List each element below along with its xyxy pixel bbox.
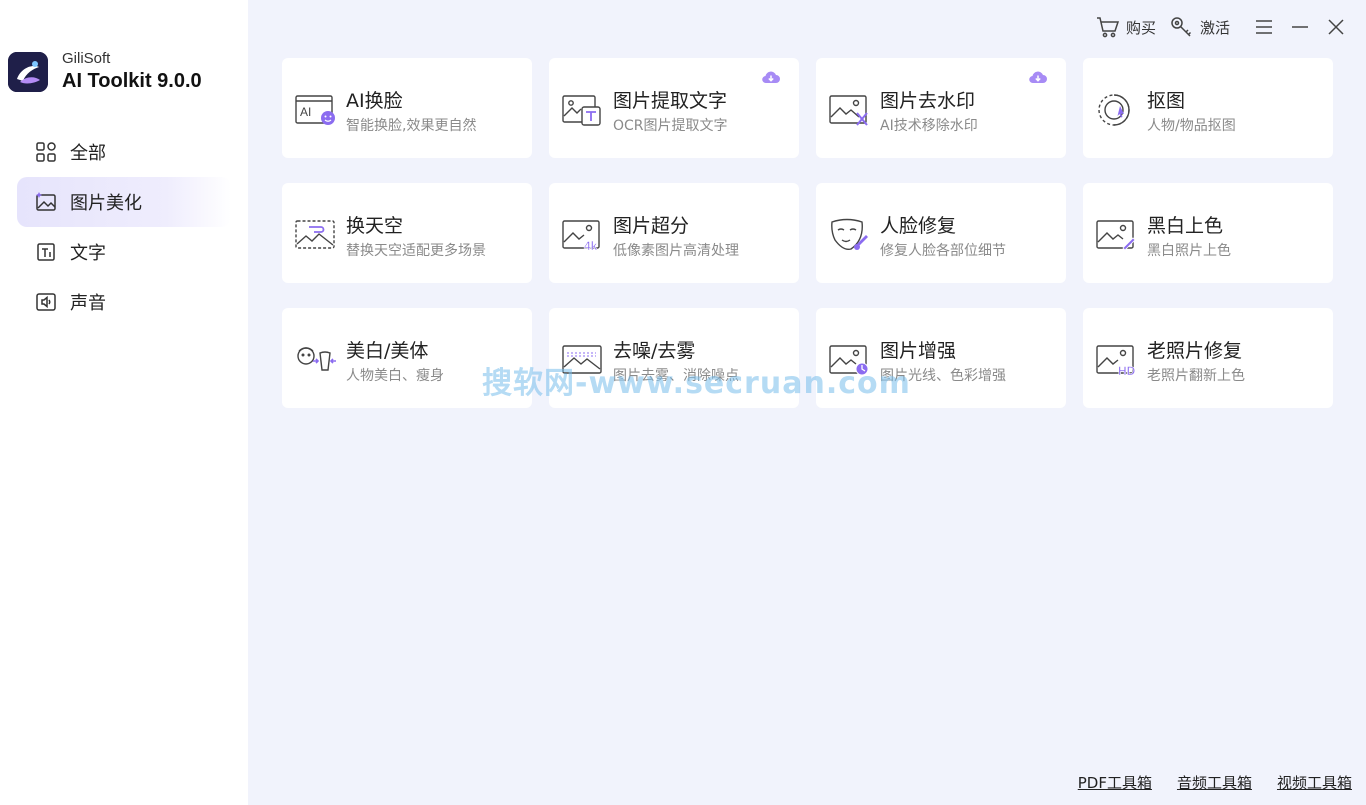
sidebar-item-label: 声音 — [70, 293, 106, 314]
menu-icon — [1256, 20, 1272, 34]
bottom-links: PDF工具箱 音频工具箱 视频工具箱 — [1053, 772, 1352, 793]
card-old-photo-restore[interactable]: HD 老照片修复 老照片翻新上色 — [1083, 308, 1333, 408]
card-title: 老照片修复 — [1147, 340, 1243, 362]
card-title: 黑白上色 — [1147, 215, 1224, 237]
card-title: 换天空 — [346, 215, 404, 237]
card-desc: 人物/物品抠图 — [1147, 118, 1236, 134]
activate-button[interactable]: 激活 — [1170, 16, 1230, 38]
svg-text:AI: AI — [300, 105, 311, 119]
card-desc: 低像素图片高清处理 — [613, 243, 739, 259]
colorize-icon — [1096, 220, 1136, 251]
watermark-text: 搜软网-www.secruan.com — [482, 366, 911, 401]
card-title: 人脸修复 — [880, 215, 957, 237]
brand-title: AI Toolkit 9.0.0 — [62, 70, 202, 92]
beautify-icon — [297, 347, 336, 371]
audio-toolbox-link[interactable]: 音频工具箱 — [1177, 772, 1252, 793]
card-title: 美白/美体 — [346, 340, 429, 362]
face-restore-icon — [831, 218, 868, 250]
card-upscale[interactable]: 4k 图片超分 低像素图片高清处理 — [549, 183, 799, 283]
card-desc: 修复人脸各部位细节 — [880, 243, 1006, 259]
ocr-icon — [562, 95, 601, 126]
sidebar-item-text[interactable]: 文字 — [17, 227, 231, 277]
activate-label: 激活 — [1199, 18, 1230, 37]
sidebar-item-image-beautify[interactable]: 图片美化 — [17, 177, 231, 227]
text-icon — [35, 241, 57, 263]
card-ocr[interactable]: 图片提取文字 OCR图片提取文字 — [549, 58, 799, 158]
cloud-download-icon — [1029, 71, 1047, 84]
sidebar-item-all[interactable]: 全部 — [17, 127, 231, 177]
card-title: 图片提取文字 — [613, 90, 728, 112]
cart-icon — [1096, 17, 1120, 38]
card-desc: AI技术移除水印 — [880, 118, 978, 134]
grid-icon — [35, 141, 57, 163]
ai-face-swap-icon: AI — [295, 95, 335, 125]
card-title: 抠图 — [1147, 90, 1186, 112]
card-ai-face-swap[interactable]: AI AI换脸 智能换脸,效果更自然 — [282, 58, 532, 158]
card-title: 图片去水印 — [880, 90, 976, 112]
card-desc: 黑白照片上色 — [1147, 243, 1231, 259]
sidebar-nav: 全部 图片美化 文字 声音 — [17, 127, 231, 327]
card-desc: OCR图片提取文字 — [613, 118, 728, 134]
sidebar-item-sound[interactable]: 声音 — [17, 277, 231, 327]
watermark-remove-icon — [829, 95, 868, 126]
sidebar-item-label: 全部 — [70, 143, 106, 164]
sidebar-item-label: 图片美化 — [70, 193, 142, 214]
card-colorize[interactable]: 黑白上色 黑白照片上色 — [1083, 183, 1333, 283]
upscale-4k-icon: 4k — [562, 220, 600, 252]
sound-icon — [35, 291, 57, 313]
pdf-toolbox-link[interactable]: PDF工具箱 — [1078, 772, 1152, 793]
svg-text:4k: 4k — [584, 239, 598, 252]
top-bar: 购买 激活 — [1082, 12, 1348, 42]
card-watermark-remove[interactable]: 图片去水印 AI技术移除水印 — [816, 58, 1066, 158]
menu-button[interactable] — [1252, 15, 1276, 39]
minimize-button[interactable] — [1288, 15, 1312, 39]
card-sky-replace[interactable]: 换天空 替换天空适配更多场景 — [282, 183, 532, 283]
cloud-download-icon — [762, 71, 780, 84]
cutout-icon — [1098, 94, 1130, 126]
card-desc: 老照片翻新上色 — [1147, 368, 1245, 384]
brand-subtitle: GiliSoft — [62, 50, 111, 67]
close-button[interactable] — [1324, 15, 1348, 39]
old-photo-hd-icon: HD — [1096, 345, 1136, 377]
video-toolbox-link[interactable]: 视频工具箱 — [1277, 772, 1352, 793]
minimize-icon — [1292, 26, 1308, 28]
sky-replace-icon — [295, 220, 335, 249]
sidebar-item-label: 文字 — [70, 243, 106, 264]
card-title: AI换脸 — [346, 90, 403, 112]
image-icon — [35, 191, 57, 213]
card-title: 图片超分 — [613, 215, 690, 237]
app-logo-icon — [8, 52, 48, 92]
feature-grid: AI AI换脸 智能换脸,效果更自然 图片提取文字 OCR图片提取文字 图片去水… — [282, 58, 1333, 408]
sidebar: GiliSoft AI Toolkit 9.0.0 全部 图片美化 文字 声音 — [0, 0, 248, 805]
brand: GiliSoft AI Toolkit 9.0.0 — [8, 50, 202, 94]
card-face-restore[interactable]: 人脸修复 修复人脸各部位细节 — [816, 183, 1066, 283]
buy-label: 购买 — [1125, 18, 1156, 37]
card-desc: 人物美白、瘦身 — [346, 368, 444, 384]
card-desc: 智能换脸,效果更自然 — [346, 118, 477, 134]
card-desc: 替换天空适配更多场景 — [346, 243, 486, 259]
close-icon — [1328, 19, 1344, 35]
card-cutout[interactable]: 抠图 人物/物品抠图 — [1083, 58, 1333, 158]
key-icon — [1171, 17, 1192, 37]
svg-text:HD: HD — [1118, 364, 1136, 377]
buy-button[interactable]: 购买 — [1096, 16, 1156, 38]
